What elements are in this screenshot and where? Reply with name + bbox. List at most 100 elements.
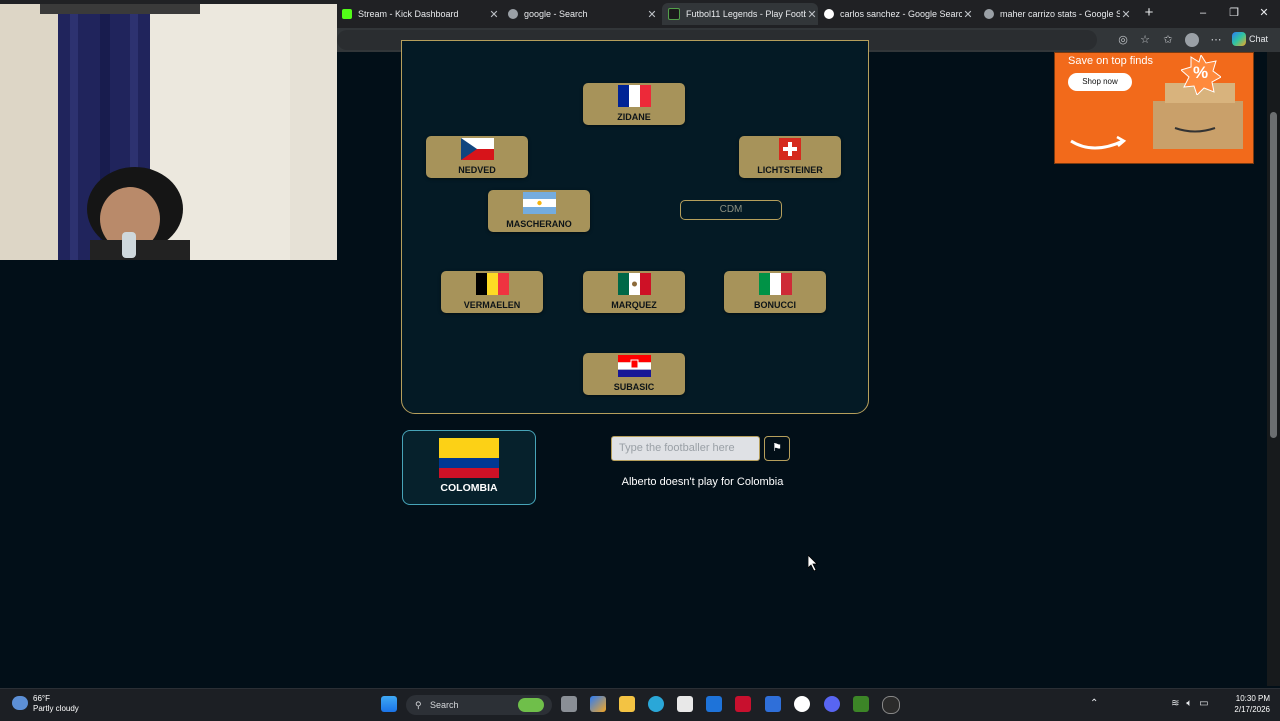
footballer-guess-input[interactable]: Type the footballer here xyxy=(611,436,760,461)
taskbar-search-box[interactable]: ⚲ Search xyxy=(406,695,552,715)
windows-start-icon[interactable] xyxy=(381,696,397,712)
weather-desc: Partly cloudy xyxy=(33,704,79,713)
player-card-subasic[interactable]: SUBASIC xyxy=(583,353,685,395)
close-tab-icon[interactable]: ✕ xyxy=(962,8,974,21)
mexico-flag-icon xyxy=(618,273,651,295)
clock-date: 2/17/2026 xyxy=(1234,705,1270,714)
chat-label: Chat xyxy=(1249,34,1269,44)
copilot-app-icon[interactable] xyxy=(590,696,606,712)
copilot-chat-button[interactable]: Chat xyxy=(1232,32,1268,46)
file-explorer-icon[interactable] xyxy=(619,696,635,712)
player-card-zidane[interactable]: ZIDANE xyxy=(583,83,685,125)
belgium-flag-icon xyxy=(476,273,509,295)
scrollbar-thumb[interactable] xyxy=(1270,112,1277,438)
player-card-nedved[interactable]: NEDVED xyxy=(426,136,528,178)
croatia-flag-icon xyxy=(618,355,651,377)
player-card-lichtsteiner[interactable]: LICHTSTEINER xyxy=(739,136,841,178)
close-tab-icon[interactable]: ✕ xyxy=(646,8,658,21)
give-up-flag-button[interactable]: ⚑ xyxy=(764,436,790,461)
country-clue-card: COLOMBIA xyxy=(402,430,536,505)
copilot-icon xyxy=(1232,32,1246,46)
edge-browser-icon[interactable] xyxy=(648,696,664,712)
mouse-cursor-icon xyxy=(808,555,818,571)
webcam-overlay xyxy=(0,4,337,260)
search-favicon-icon xyxy=(984,9,994,19)
empty-position-slot-cdm[interactable]: CDM xyxy=(680,200,782,220)
minimize-button[interactable]: – xyxy=(1193,6,1213,20)
editor-app-icon[interactable] xyxy=(706,696,722,712)
close-tab-icon[interactable]: ✕ xyxy=(488,8,500,21)
messenger-icon[interactable] xyxy=(794,696,810,712)
battery-icon[interactable]: ▭ xyxy=(1199,698,1208,709)
more-options-icon[interactable]: ⋯ xyxy=(1209,33,1223,47)
close-tab-icon[interactable]: ✕ xyxy=(1120,8,1132,21)
tab-futbol11[interactable]: Futbol11 Legends - Play Football ✕ xyxy=(662,3,818,25)
mcafee-icon[interactable] xyxy=(735,696,751,712)
close-tab-icon[interactable]: ✕ xyxy=(806,8,818,21)
new-tab-button[interactable]: + xyxy=(1139,5,1159,20)
chevron-up-icon[interactable]: ⌃ xyxy=(1090,698,1098,709)
tab-google-search[interactable]: google - Search ✕ xyxy=(508,3,658,25)
feedback-message: Alberto doesn't play for Colombia xyxy=(621,476,784,488)
favorite-star-icon[interactable]: ☆ xyxy=(1138,33,1152,47)
system-tray: ⌃ ≋ 🔈︎ ▭ xyxy=(1090,698,1209,709)
player-card-bonucci[interactable]: BONUCCI xyxy=(724,271,826,313)
search-icon: ⚲ xyxy=(415,700,422,710)
player-name: MARQUEZ xyxy=(611,300,657,310)
player-name: MASCHERANO xyxy=(506,219,572,229)
webcam-feed-image xyxy=(0,4,337,260)
amazon-ad-banner[interactable]: Save on top finds Shop now % xyxy=(1054,52,1254,164)
italy-flag-icon xyxy=(759,273,792,295)
minecraft-icon[interactable] xyxy=(853,696,869,712)
search-highlight-icon xyxy=(518,698,544,712)
country-name: COLOMBIA xyxy=(440,482,498,494)
search-favicon-icon xyxy=(508,9,518,19)
player-card-vermaelen[interactable]: VERMAELEN xyxy=(441,271,543,313)
player-card-marquez[interactable]: MARQUEZ xyxy=(583,271,685,313)
amazon-smile-icon xyxy=(1070,83,1243,150)
weather-temp: 66°F xyxy=(33,694,50,703)
taskbar-search-label: Search xyxy=(430,700,459,710)
player-name: NEDVED xyxy=(458,165,496,175)
windows-taskbar: 66°F Partly cloudy ⚲ Search ⌃ ≋ 🔈︎ ▭ 10:… xyxy=(0,688,1280,721)
tab-title: google - Search xyxy=(524,9,588,19)
clock-time: 10:30 PM xyxy=(1235,694,1270,703)
discord-icon[interactable] xyxy=(824,696,840,712)
formation-pitch: ZIDANE NEDVED LICHTSTEINER MASCHERANO CD… xyxy=(401,40,869,414)
flag-icon: ⚑ xyxy=(772,442,782,454)
tab-carlos-sanchez[interactable]: carlos sanchez - Google Search ✕ xyxy=(824,3,974,25)
tab-maher-carrizo[interactable]: maher carrizo stats - Google Search ✕ xyxy=(984,3,1132,25)
discount-badge-text: % xyxy=(1193,63,1209,82)
profile-avatar[interactable] xyxy=(1185,33,1199,47)
partly-cloudy-icon xyxy=(12,696,28,710)
close-window-button[interactable]: ✕ xyxy=(1254,6,1274,20)
tab-title: Stream - Kick Dashboard xyxy=(358,9,459,19)
tab-title: maher carrizo stats - Google Search xyxy=(1000,9,1120,19)
obs-icon[interactable] xyxy=(882,696,900,714)
google-favicon-icon xyxy=(824,9,834,19)
store-icon[interactable] xyxy=(677,696,693,712)
volume-icon[interactable]: 🔈︎ xyxy=(1186,698,1192,709)
player-card-mascherano[interactable]: MASCHERANO xyxy=(488,190,590,232)
mail-icon[interactable] xyxy=(765,696,781,712)
tab-title: Futbol11 Legends - Play Football xyxy=(686,9,806,19)
player-name: LICHTSTEINER xyxy=(757,165,823,175)
futbol11-favicon-icon xyxy=(668,8,680,20)
wifi-icon[interactable]: ≋ xyxy=(1171,698,1179,709)
favorites-list-icon[interactable]: ✩ xyxy=(1161,33,1175,47)
tab-title: carlos sanchez - Google Search xyxy=(840,9,962,19)
reader-mode-icon[interactable]: ◎ xyxy=(1116,33,1130,47)
player-name: ZIDANE xyxy=(617,112,651,122)
task-view-icon[interactable] xyxy=(561,696,577,712)
czech-flag-icon xyxy=(461,138,494,160)
switzerland-flag-icon xyxy=(779,138,801,160)
page-scrollbar[interactable] xyxy=(1267,52,1280,686)
player-name: VERMAELEN xyxy=(463,300,521,310)
weather-text: 66°F Partly cloudy xyxy=(33,694,79,714)
tab-kick-dashboard[interactable]: Stream - Kick Dashboard ✕ xyxy=(342,3,500,25)
taskbar-clock[interactable]: 10:30 PM 2/17/2026 xyxy=(1226,693,1270,715)
kick-favicon-icon xyxy=(342,9,352,19)
player-name: SUBASIC xyxy=(613,382,655,392)
argentina-flag-icon xyxy=(523,192,556,214)
restore-button[interactable]: ❐ xyxy=(1224,6,1244,20)
